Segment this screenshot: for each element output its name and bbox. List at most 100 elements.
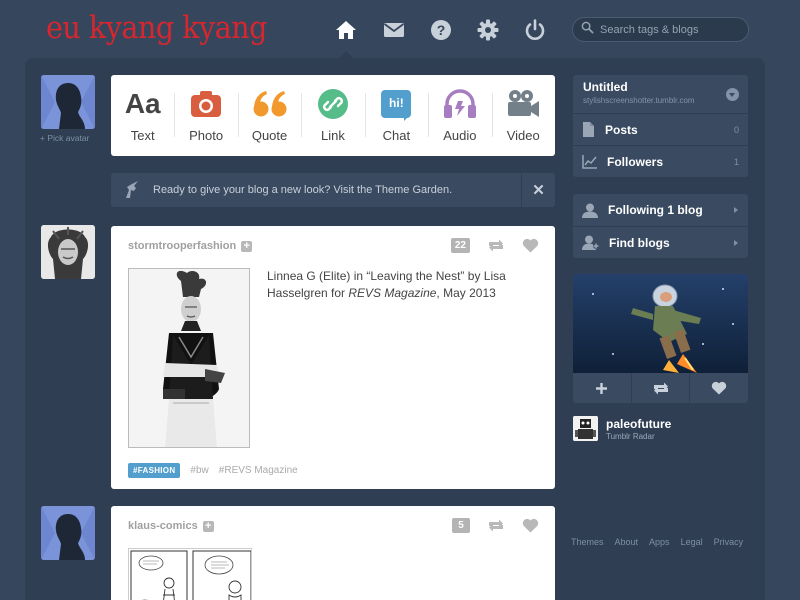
- radar-subtitle: Tumblr Radar: [606, 431, 655, 441]
- featured-tag[interactable]: #FASHION: [128, 463, 181, 478]
- envelope-icon[interactable]: [382, 18, 406, 42]
- add-person-icon: [582, 235, 599, 250]
- gear-icon[interactable]: [476, 18, 500, 42]
- like-radar-button[interactable]: [690, 373, 748, 403]
- reblog-icon[interactable]: [487, 518, 505, 533]
- reblog-icon: [653, 382, 668, 394]
- sidebar-item-followers[interactable]: Followers 1: [573, 145, 748, 177]
- sidebar-item-find-blogs[interactable]: Find blogs: [573, 226, 748, 258]
- search-box[interactable]: [572, 17, 749, 42]
- heart-icon: [712, 381, 727, 395]
- footer-link-about[interactable]: About: [615, 537, 639, 547]
- home-icon[interactable]: [334, 18, 358, 42]
- post-photo[interactable]: [128, 268, 250, 448]
- tray-label-text: Text: [130, 128, 155, 143]
- post-header: stormtrooperfashion +: [128, 240, 253, 252]
- new-chat-post-button[interactable]: hi! Chat: [364, 75, 428, 156]
- chart-icon: [582, 154, 597, 169]
- footer-link-legal[interactable]: Legal: [681, 537, 703, 547]
- tag-link[interactable]: #bw: [190, 465, 208, 476]
- sidebar-item-posts[interactable]: Posts 0: [573, 113, 748, 145]
- sidebar-item-label: Followers: [607, 154, 664, 169]
- new-audio-post-button[interactable]: Audio: [428, 75, 491, 156]
- unicorn-icon: [123, 181, 143, 199]
- new-text-post-button[interactable]: Aa Text: [111, 75, 174, 156]
- fashion-model-photo: [129, 269, 249, 447]
- footer-link-themes[interactable]: Themes: [571, 537, 604, 547]
- sidebar-item-following[interactable]: Following 1 blog: [573, 194, 748, 226]
- sidebar-item-label: Following 1 blog: [608, 203, 703, 217]
- tray-label-chat: Chat: [382, 128, 411, 143]
- chevron-down-icon[interactable]: [726, 88, 739, 101]
- post-author-avatar[interactable]: [41, 225, 95, 279]
- blog-header[interactable]: Untitled stylishscreenshotter.tumblr.com: [573, 75, 748, 113]
- post-card: stormtrooperfashion + 22 Linnea G (Elite: [111, 226, 555, 489]
- tag-link[interactable]: #REVS Magazine: [219, 465, 298, 476]
- blog-logo[interactable]: eu kyang kyang: [46, 10, 267, 46]
- post-username[interactable]: stormtrooperfashion: [128, 240, 236, 252]
- blog-menu: Untitled stylishscreenshotter.tumblr.com…: [573, 75, 748, 177]
- footer-link-apps[interactable]: Apps: [649, 537, 670, 547]
- search-icon: [581, 21, 594, 39]
- blog-title: Untitled: [583, 80, 628, 94]
- new-video-post-button[interactable]: Video: [491, 75, 555, 156]
- follow-plus-icon[interactable]: +: [241, 240, 253, 252]
- chevron-right-icon: [734, 207, 738, 213]
- heart-icon[interactable]: [522, 238, 539, 253]
- tray-label-photo: Photo: [189, 128, 224, 143]
- new-photo-post-button[interactable]: Photo: [174, 75, 237, 156]
- question-icon[interactable]: ?: [429, 18, 453, 42]
- post-controls: 22: [450, 238, 539, 253]
- comic-strip-drawing: [130, 550, 251, 600]
- user-avatar[interactable]: [41, 75, 95, 129]
- note-count[interactable]: 22: [450, 238, 470, 253]
- active-tab-caret: [339, 51, 353, 58]
- document-icon: [582, 122, 595, 137]
- post-author-avatar[interactable]: [41, 506, 95, 560]
- close-banner-button[interactable]: ✕: [521, 173, 555, 207]
- link-icon: [317, 88, 349, 120]
- stormtrooperfashion-avatar-image: [41, 225, 95, 279]
- default-avatar-silhouette: [41, 75, 95, 129]
- post-caption: Linnea G (Elite) in “Leaving the Nest” b…: [267, 269, 506, 300]
- post-tags: #FASHION #bw #REVS Magazine: [128, 463, 298, 478]
- radar-image[interactable]: [573, 274, 748, 373]
- footer-link-privacy[interactable]: Privacy: [714, 537, 744, 547]
- tumblr-radar: [573, 274, 748, 403]
- reblog-icon[interactable]: [487, 238, 505, 253]
- radar-username[interactable]: paleofuture: [606, 417, 671, 431]
- pick-avatar-link[interactable]: + Pick avatar: [40, 133, 89, 143]
- comic-image[interactable]: [128, 548, 252, 600]
- search-input[interactable]: [600, 23, 740, 36]
- follow-plus-icon[interactable]: +: [202, 520, 214, 532]
- theme-garden-text: Ready to give your blog a new look? Visi…: [153, 184, 453, 196]
- tray-label-audio: Audio: [443, 128, 477, 143]
- quote-icon: [252, 88, 288, 120]
- note-count[interactable]: 5: [452, 518, 470, 533]
- close-icon: ✕: [532, 182, 545, 199]
- sidebar-item-label: Find blogs: [609, 235, 670, 250]
- radar-user[interactable]: paleofuture Tumblr Radar: [573, 416, 671, 441]
- post-username[interactable]: klaus-comics: [128, 520, 198, 532]
- robot-avatar-image: [573, 416, 598, 441]
- reblog-radar-button[interactable]: [632, 373, 691, 403]
- theme-garden-banner[interactable]: Ready to give your blog a new look? Visi…: [111, 173, 555, 207]
- svg-text:?: ?: [437, 22, 446, 38]
- sidebar-item-count: 0: [733, 124, 739, 135]
- radar-actions: [573, 373, 748, 403]
- post-controls: 5: [452, 518, 539, 533]
- post-card: klaus-comics + 5: [111, 506, 555, 600]
- default-avatar-silhouette: [41, 506, 95, 560]
- sidebar-item-count: 1: [733, 156, 739, 167]
- radar-user-avatar[interactable]: [573, 416, 598, 441]
- power-icon[interactable]: [523, 18, 547, 42]
- new-link-post-button[interactable]: Link: [301, 75, 364, 156]
- camera-icon: [190, 88, 222, 120]
- person-icon: [582, 203, 598, 218]
- new-quote-post-button[interactable]: Quote: [237, 75, 301, 156]
- chat-icon: hi!: [381, 88, 412, 121]
- heart-icon[interactable]: [522, 518, 539, 533]
- follow-radar-button[interactable]: [573, 373, 632, 403]
- post-type-tray: Aa Text Photo Quote Link hi! Chat Audio: [111, 75, 555, 156]
- following-menu: Following 1 blog Find blogs: [573, 194, 748, 258]
